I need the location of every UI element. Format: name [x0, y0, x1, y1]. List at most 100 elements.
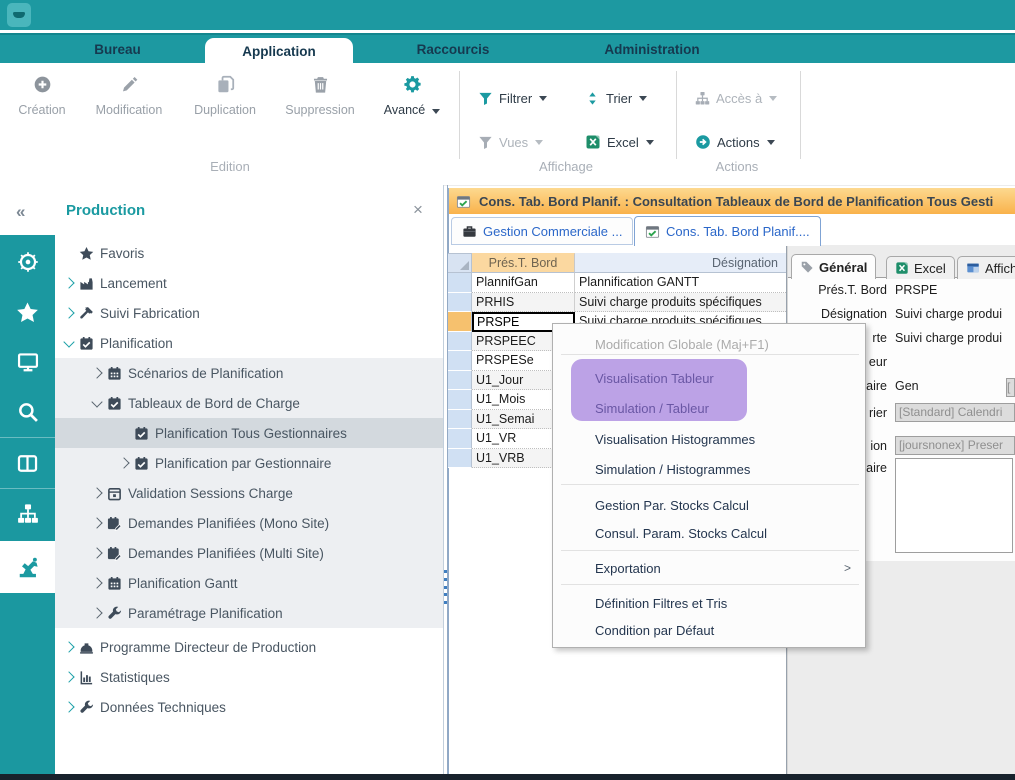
tree-item-parametrage-planification[interactable]: Paramétrage Planification: [55, 598, 475, 628]
chevron-down-icon[interactable]: [91, 396, 102, 407]
row-selector-current[interactable]: [448, 312, 472, 332]
joursnonex-input[interactable]: [joursnonex] Preser: [895, 436, 1015, 455]
chevron-right-icon[interactable]: [118, 457, 129, 468]
menu-item-simulation-histogrammes[interactable]: Simulation / Histogrammes: [553, 456, 865, 482]
chevron-right-icon[interactable]: [63, 641, 74, 652]
tree-item-statistiques[interactable]: Statistiques: [55, 662, 447, 692]
cell-code[interactable]: PRHIS: [472, 293, 575, 313]
chevron-right-icon[interactable]: [91, 367, 102, 378]
close-icon[interactable]: ×: [413, 200, 423, 220]
row-selector[interactable]: [448, 293, 472, 313]
module-rail: [0, 235, 55, 774]
menu-item-visualisation-histogrammes[interactable]: Visualisation Histogrammes: [553, 426, 865, 452]
filtrer-button[interactable]: Filtrer: [478, 87, 547, 109]
tree-item-suivi-fabrication[interactable]: Suivi Fabrication: [55, 298, 447, 328]
ribbon-tab-bureau[interactable]: Bureau: [40, 35, 195, 65]
rail-item-favorites[interactable]: [0, 287, 55, 337]
cell-code[interactable]: PlannifGan: [472, 273, 575, 293]
avance-button[interactable]: Avancé: [372, 75, 452, 119]
commentaire-textarea[interactable]: [895, 458, 1013, 553]
row-selector[interactable]: [448, 332, 472, 352]
row-selector[interactable]: [448, 371, 472, 391]
chevron-right-icon[interactable]: [91, 577, 102, 588]
excel-button[interactable]: Excel: [585, 131, 654, 153]
submenu-arrow-icon: >: [844, 561, 851, 575]
select-all-cell[interactable]: [448, 253, 472, 273]
chevron-right-icon[interactable]: [63, 307, 74, 318]
row-selector[interactable]: [448, 390, 472, 410]
tree-item-lancement[interactable]: Lancement: [55, 268, 447, 298]
tree-item-donnees-techniques[interactable]: Données Techniques: [55, 692, 447, 722]
panel-tab-general[interactable]: Général: [791, 254, 876, 279]
chevron-right-icon[interactable]: [91, 517, 102, 528]
column-header-designation[interactable]: Désignation: [575, 253, 786, 273]
panel-splitter[interactable]: [443, 185, 444, 774]
tree-item-tableaux-bord-charge[interactable]: Tableaux de Bord de Charge: [55, 388, 475, 418]
tree-item-programme-directeur[interactable]: Programme Directeur de Production: [55, 632, 447, 662]
menu-item-definition-filtres-tris[interactable]: Définition Filtres et Tris: [553, 590, 865, 616]
duplication-button[interactable]: Duplication: [182, 75, 268, 119]
rail-item-columns[interactable]: [0, 437, 55, 488]
rail-item-wheel[interactable]: [0, 237, 55, 287]
menu-item-gestion-par-stocks-calcul[interactable]: Gestion Par. Stocks Calcul: [553, 492, 865, 518]
panel-tab-excel[interactable]: Excel: [886, 256, 955, 279]
chevron-right-icon[interactable]: [63, 701, 74, 712]
doc-tab-gestion-commerciale[interactable]: Gestion Commerciale ...: [451, 217, 633, 245]
chevron-right-icon[interactable]: [91, 547, 102, 558]
ribbon-tab-administration[interactable]: Administration: [548, 35, 756, 65]
tree-item-favoris[interactable]: Favoris: [55, 238, 447, 268]
nav-panel-title: Production: [66, 202, 145, 219]
tree-item-planification-gantt[interactable]: Planification Gantt: [55, 568, 475, 598]
document-title: Cons. Tab. Bord Planif. : Consultation T…: [479, 194, 993, 209]
row-selector[interactable]: [448, 351, 472, 371]
trier-button[interactable]: Trier: [585, 87, 647, 109]
rail-item-robot-production[interactable]: [0, 541, 55, 593]
app-logo-icon[interactable]: [7, 3, 31, 27]
cell-designation[interactable]: Plannification GANTT: [575, 273, 786, 293]
calendar-pencil-icon: [107, 516, 122, 531]
calendrier-input[interactable]: [Standard] Calendri: [895, 403, 1015, 422]
doc-tab-cons-tab-bord-planif[interactable]: Cons. Tab. Bord Planif....: [634, 216, 821, 246]
vues-button[interactable]: Vues: [478, 131, 543, 153]
gear-icon: [403, 75, 422, 94]
plus-circle-icon: [33, 75, 52, 94]
calendar-check-icon: [134, 456, 149, 471]
tree-item-validation-sessions-charge[interactable]: Validation Sessions Charge: [55, 478, 475, 508]
ribbon-tab-raccourcis[interactable]: Raccourcis: [362, 35, 544, 65]
panel-tab-affichage[interactable]: Affich: [957, 256, 1015, 279]
row-selector[interactable]: [448, 429, 472, 449]
chevron-down-icon[interactable]: [63, 336, 74, 347]
chevron-right-icon[interactable]: [91, 487, 102, 498]
cell-designation[interactable]: Suivi charge produits spécifiques: [575, 293, 786, 313]
actions-button[interactable]: Actions: [695, 131, 775, 153]
rail-item-sitemap[interactable]: [0, 488, 55, 539]
modification-button[interactable]: Modification: [82, 75, 176, 119]
splitter-grip[interactable]: [444, 570, 447, 604]
rail-item-search[interactable]: [0, 387, 55, 437]
menu-item-condition-par-defaut[interactable]: Condition par Défaut: [553, 617, 865, 643]
menu-item-exportation[interactable]: Exportation >: [553, 555, 865, 581]
column-header-pres-t-bord[interactable]: Prés.T. Bord: [472, 253, 575, 273]
tree-item-planification[interactable]: Planification: [55, 328, 447, 358]
chevron-right-icon[interactable]: [63, 277, 74, 288]
chevron-right-icon[interactable]: [91, 607, 102, 618]
row-selector[interactable]: [448, 410, 472, 430]
group-label-actions: Actions: [687, 159, 787, 174]
row-selector[interactable]: [448, 449, 472, 469]
collapse-panel-icon[interactable]: «: [16, 202, 25, 222]
chevron-right-icon[interactable]: [63, 671, 74, 682]
tree-item-planification-par-gestionnaire[interactable]: Planification par Gestionnaire: [55, 448, 502, 478]
rail-item-monitor[interactable]: [0, 337, 55, 387]
calendar-input-cut[interactable]: [: [1006, 378, 1015, 397]
tree-item-demandes-planifiees-mono[interactable]: Demandes Planifiées (Mono Site): [55, 508, 475, 538]
tree-item-planification-tous-gestionnaires[interactable]: Planification Tous Gestionnaires: [55, 418, 502, 448]
tree-item-scenarios-planification[interactable]: Scénarios de Planification: [55, 358, 475, 388]
chevron-down-icon: [646, 140, 654, 145]
row-selector[interactable]: [448, 273, 472, 293]
field-value-designation: Suivi charge produi: [895, 307, 1002, 321]
menu-item-consul-param-stocks-calcul[interactable]: Consul. Param. Stocks Calcul: [553, 520, 865, 546]
creation-button[interactable]: Création: [8, 75, 76, 119]
acces-a-button[interactable]: Accès à: [695, 87, 777, 109]
tree-item-demandes-planifiees-multi[interactable]: Demandes Planifiées (Multi Site): [55, 538, 475, 568]
suppression-button[interactable]: Suppression: [274, 75, 366, 119]
